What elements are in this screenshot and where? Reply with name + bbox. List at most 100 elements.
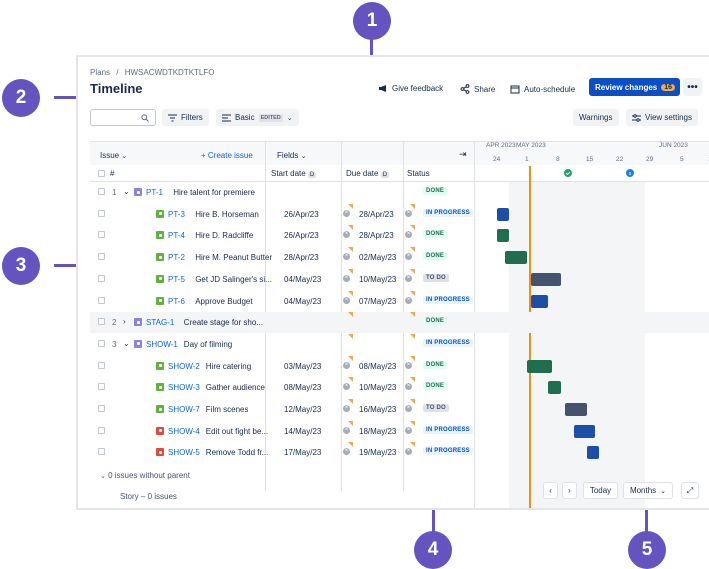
- table-row[interactable]: SHOW-5 Remove Todd fr... 17/May/23 × 19/May/…: [90, 442, 475, 463]
- view-mode-select[interactable]: Basic EDITED ⌄: [216, 109, 299, 126]
- timeline-bar[interactable]: [526, 359, 553, 373]
- start-date-cell[interactable]: 03/May/23: [284, 362, 321, 371]
- due-date-cell[interactable]: 28/Apr/23: [359, 210, 394, 219]
- info-icon[interactable]: [626, 169, 634, 177]
- row-checkbox[interactable]: [98, 339, 105, 347]
- give-feedback-button[interactable]: Give feedback: [378, 84, 443, 93]
- timeline-bar[interactable]: [496, 229, 510, 243]
- scroll-right-button[interactable]: ›: [562, 482, 577, 499]
- issue-summary[interactable]: Hire D. Radcliffe: [195, 231, 253, 240]
- clear-icon[interactable]: ×: [343, 426, 350, 434]
- fields-column-header[interactable]: Fields ⌄: [277, 151, 306, 160]
- chevron-down-icon[interactable]: ⌄: [123, 187, 130, 196]
- issue-key-link[interactable]: PT-4: [168, 231, 185, 240]
- issue-key-link[interactable]: SHOW-2: [168, 362, 200, 371]
- due-date-cell[interactable]: 10/May/23: [359, 383, 396, 392]
- table-row[interactable]: PT-5 Get JD Salinger's si... 04/May/23 × 10/…: [90, 268, 475, 290]
- review-changes-button[interactable]: Review changes 16: [589, 78, 680, 96]
- status-badge[interactable]: IN PROGRESS: [423, 447, 473, 456]
- table-row[interactable]: PT-6 Approve Budget 04/May/23 × 07/May/23 × IN…: [90, 290, 475, 312]
- row-checkbox[interactable]: [98, 361, 105, 369]
- issue-key-link[interactable]: PT-6: [168, 297, 185, 306]
- due-date-cell[interactable]: 10/May/23: [359, 275, 396, 284]
- row-checkbox[interactable]: [98, 296, 105, 304]
- issue-summary[interactable]: Gather audience: [206, 383, 265, 392]
- view-settings-button[interactable]: View settings: [626, 109, 698, 126]
- clear-icon[interactable]: ×: [405, 253, 412, 261]
- status-badge[interactable]: DONE: [423, 317, 448, 326]
- table-row[interactable]: 1 ⌄ PT-1 Hire talent for premiere DONE: [90, 182, 475, 203]
- timeline-bar[interactable]: [496, 207, 510, 221]
- clear-icon[interactable]: ×: [405, 296, 412, 304]
- row-checkbox[interactable]: [98, 318, 105, 326]
- table-row[interactable]: SHOW-3 Gather audience 08/May/23 × 10/May/23…: [90, 377, 475, 398]
- clear-icon[interactable]: ×: [343, 361, 350, 369]
- due-date-cell[interactable]: 07/May/23: [359, 297, 396, 306]
- issue-key-link[interactable]: SHOW-5: [168, 448, 200, 457]
- start-date-cell[interactable]: 14/May/23: [284, 427, 321, 436]
- status-badge[interactable]: IN PROGRESS: [423, 338, 473, 347]
- clear-icon[interactable]: ×: [343, 296, 350, 304]
- table-row[interactable]: 2 › STAG-1 Create stage for sho... DONE: [90, 312, 709, 334]
- issue-key-link[interactable]: PT-2: [168, 253, 185, 262]
- table-row[interactable]: 3 ⌄ SHOW-1 Day of filming IN PROGRESS: [90, 333, 475, 355]
- collapse-fields-icon[interactable]: ⇥: [459, 149, 467, 160]
- start-date-cell[interactable]: 28/Apr/23: [284, 253, 319, 262]
- issue-summary[interactable]: Get JD Salinger's si...: [195, 275, 272, 284]
- chevron-down-icon[interactable]: ⌄: [123, 339, 130, 348]
- clear-icon[interactable]: ×: [343, 231, 350, 239]
- table-row[interactable]: PT-4 Hire D. Radcliffe 26/Apr/23 × 28/Apr/23…: [90, 225, 475, 246]
- issue-summary[interactable]: Day of filming: [184, 340, 232, 349]
- start-date-cell[interactable]: 08/May/23: [284, 383, 321, 392]
- due-date-cell[interactable]: 02/May/23: [359, 253, 396, 262]
- clear-icon[interactable]: ×: [405, 383, 412, 391]
- search-input[interactable]: [90, 109, 156, 126]
- row-checkbox[interactable]: [98, 405, 105, 412]
- start-date-cell[interactable]: 12/May/23: [284, 405, 321, 414]
- issue-key-link[interactable]: SHOW-4: [168, 427, 200, 436]
- table-row[interactable]: PT-2 Hire M. Peanut Butter 28/Apr/23 × 02/Ma…: [90, 247, 475, 268]
- clear-icon[interactable]: ×: [405, 231, 412, 239]
- breadcrumb-plan-link[interactable]: HWSACWDTKDTKTLFO: [125, 68, 215, 77]
- issue-key-link[interactable]: PT-3: [168, 210, 185, 219]
- row-checkbox[interactable]: [98, 383, 105, 391]
- issue-summary[interactable]: Hire talent for premiere: [173, 188, 255, 197]
- select-all-checkbox[interactable]: [98, 170, 105, 177]
- status-badge[interactable]: IN PROGRESS: [423, 425, 473, 434]
- issue-summary[interactable]: Film scenes: [206, 405, 249, 414]
- timeline-bar[interactable]: [573, 424, 596, 438]
- row-checkbox[interactable]: [98, 426, 105, 434]
- issue-key-link[interactable]: STAG-1: [146, 318, 174, 327]
- create-issue-button[interactable]: + Create issue: [201, 151, 253, 160]
- timeline-bar[interactable]: [530, 294, 548, 308]
- issue-key-link[interactable]: SHOW-1: [146, 340, 178, 349]
- issue-key-link[interactable]: PT-1: [146, 188, 163, 197]
- due-date-cell[interactable]: 28/Apr/23: [359, 231, 394, 240]
- clear-icon[interactable]: ×: [343, 383, 350, 391]
- share-button[interactable]: Share: [460, 84, 495, 94]
- due-date-header[interactable]: Due date D: [346, 169, 390, 178]
- status-badge[interactable]: TO DO: [423, 273, 449, 282]
- issue-key-link[interactable]: PT-5: [168, 275, 185, 284]
- issue-summary[interactable]: Create stage for sho...: [184, 318, 263, 327]
- start-date-header[interactable]: Start date D: [271, 169, 317, 178]
- clear-icon[interactable]: ×: [343, 253, 350, 261]
- timeline-bar[interactable]: [548, 381, 561, 395]
- clear-icon[interactable]: ×: [343, 274, 350, 282]
- row-checkbox[interactable]: [98, 253, 105, 261]
- due-date-cell[interactable]: 08/May/23: [359, 362, 396, 371]
- clear-icon[interactable]: ×: [405, 361, 412, 369]
- check-circle-icon[interactable]: [564, 169, 572, 177]
- filters-button[interactable]: Filters: [162, 109, 209, 126]
- months-select[interactable]: Months ⌄: [623, 482, 673, 499]
- timeline-bar[interactable]: [565, 403, 587, 416]
- issue-key-link[interactable]: SHOW-3: [168, 383, 200, 392]
- clear-icon[interactable]: ×: [405, 448, 412, 456]
- scroll-left-button[interactable]: ‹: [543, 482, 558, 499]
- row-checkbox[interactable]: [98, 448, 105, 456]
- issue-column-header[interactable]: Issue ⌄: [100, 151, 127, 160]
- clear-icon[interactable]: ×: [343, 209, 350, 217]
- start-date-cell[interactable]: 17/May/23: [284, 448, 321, 457]
- issue-summary[interactable]: Hire catering: [206, 362, 251, 371]
- today-button[interactable]: Today: [583, 482, 618, 499]
